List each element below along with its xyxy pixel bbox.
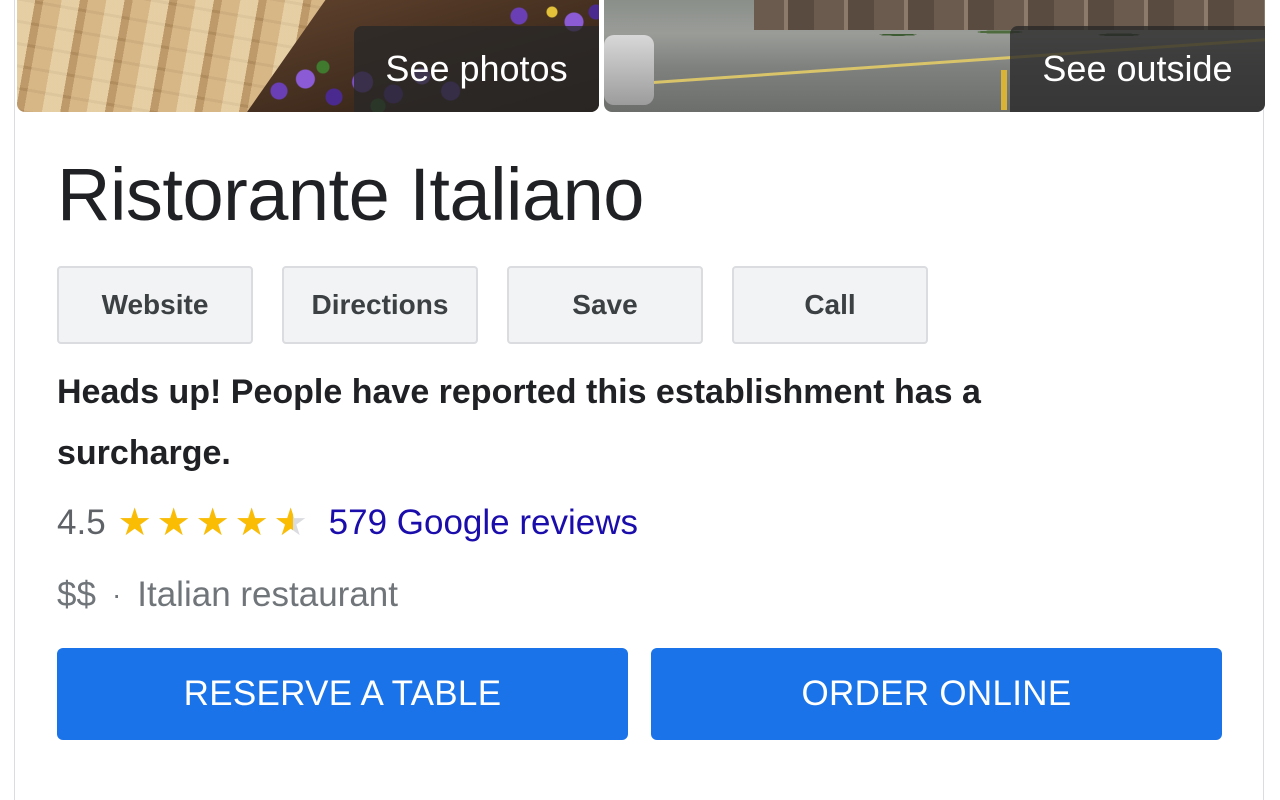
reviews-link[interactable]: 579 Google reviews: [329, 503, 638, 543]
post-image-detail: [1001, 70, 1007, 110]
price-level: $$: [57, 575, 96, 614]
separator-dot: ·: [111, 579, 122, 610]
surcharge-notice: Heads up! People have reported this esta…: [57, 373, 981, 472]
rating-row: 4.5 ★ ★ ★ ★ ★ ★ ★ ★ ★ ★ 579 Google reviews: [57, 500, 638, 546]
category-label: Italian restaurant: [137, 575, 398, 614]
place-title: Ristorante Italiano: [57, 153, 644, 236]
star-icon: ★ ★: [235, 500, 274, 546]
star-fill-icon: ★: [117, 502, 152, 544]
star-icon: ★ ★: [196, 500, 235, 546]
call-button[interactable]: Call: [732, 266, 928, 344]
rating-value: 4.5: [57, 503, 106, 542]
star-icon: ★ ★: [273, 502, 308, 544]
action-buttons: Website Directions Save Call: [57, 266, 928, 344]
star-fill-icon: ★: [273, 502, 294, 544]
star-fill-icon: ★: [195, 502, 230, 544]
reserve-table-button[interactable]: RESERVE A TABLE: [57, 648, 628, 740]
outside-thumbnail[interactable]: See outside: [604, 0, 1265, 112]
knowledge-panel: See photos See outside Ristorante Italia…: [14, 0, 1265, 800]
directions-button[interactable]: Directions: [282, 266, 478, 344]
see-photos-button[interactable]: See photos: [354, 26, 599, 112]
star-fill-icon: ★: [156, 502, 191, 544]
star-fill-icon: ★: [234, 502, 269, 544]
car-image-detail: [604, 35, 654, 105]
see-outside-button[interactable]: See outside: [1010, 26, 1265, 112]
price-category-row: $$ · Italian restaurant: [57, 572, 398, 618]
star-icon: ★ ★: [157, 500, 196, 546]
order-online-button[interactable]: ORDER ONLINE: [651, 648, 1222, 740]
star-icon: ★ ★: [118, 500, 157, 546]
photos-thumbnail[interactable]: See photos: [17, 0, 599, 112]
save-button[interactable]: Save: [507, 266, 703, 344]
website-button[interactable]: Website: [57, 266, 253, 344]
star-rating: ★ ★ ★ ★ ★ ★ ★ ★ ★ ★: [118, 500, 313, 546]
